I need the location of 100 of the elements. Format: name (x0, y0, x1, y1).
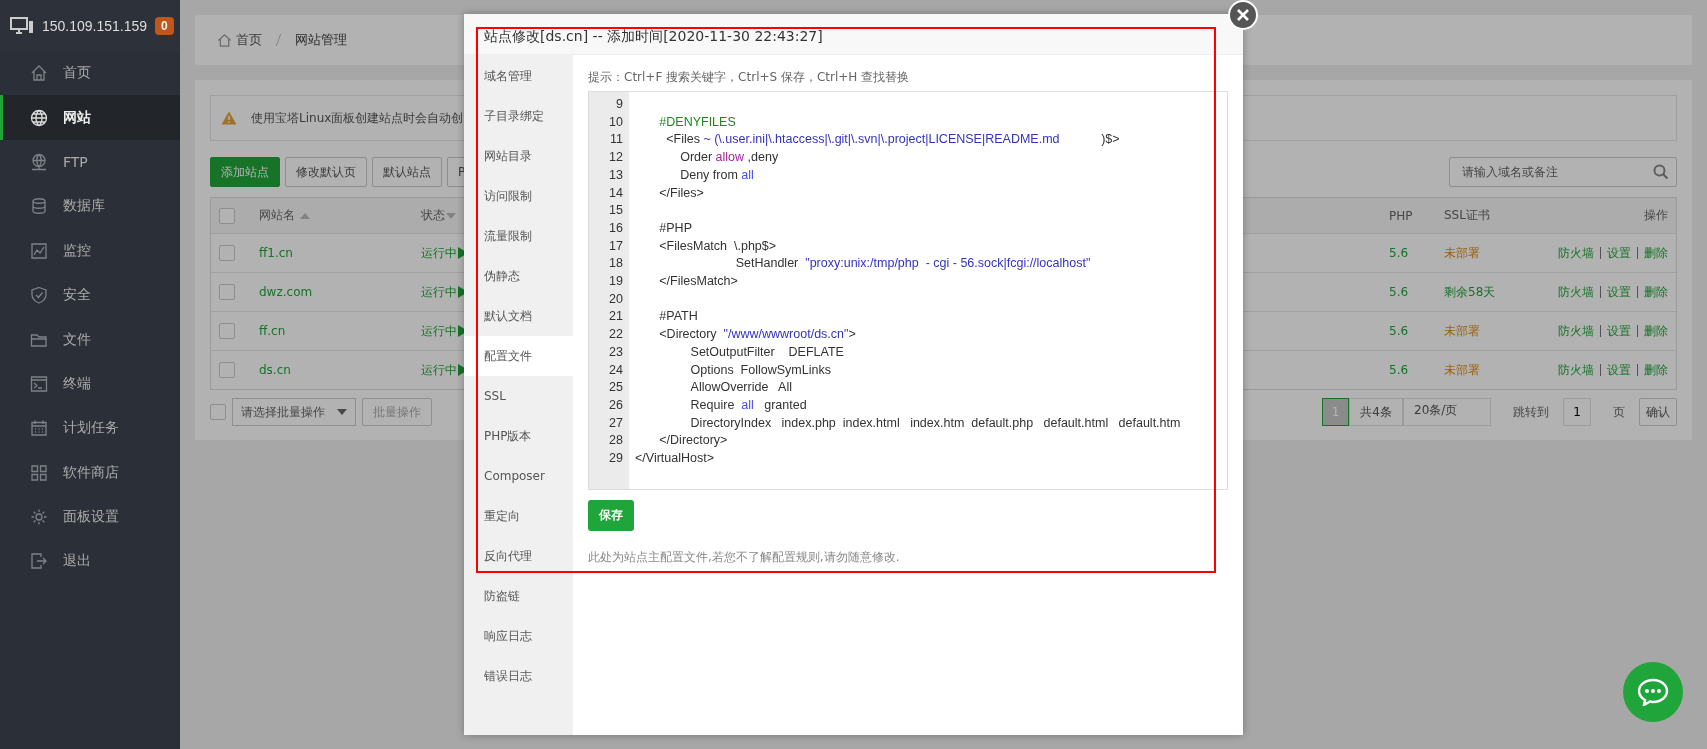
sidebar-item[interactable]: 首页 (0, 51, 180, 96)
tab[interactable]: 子目录绑定 (464, 96, 573, 136)
action-link[interactable]: 删除 (1644, 283, 1668, 301)
save-button[interactable]: 保存 (588, 500, 634, 531)
toolbar-button[interactable]: 修改默认页 (285, 157, 367, 187)
tab[interactable]: 流量限制 (464, 216, 573, 256)
line-number: 14 (608, 184, 624, 202)
server-address: 150.109.151.159 (42, 17, 148, 34)
confirm-button[interactable]: 确认 (1639, 398, 1677, 426)
line-number: 17 (608, 237, 624, 255)
line-number: 15 (608, 202, 624, 220)
ssl-status[interactable]: 剩余58天 (1444, 283, 1496, 301)
code-line: <Directory "/www/wwwroot/ds.cn"> (658, 326, 857, 344)
sidebar-item[interactable]: 计划任务 (0, 406, 180, 451)
code-line: </Files> (658, 184, 705, 202)
code-line: #PHP (658, 219, 693, 237)
sidebar-item[interactable]: 终端 (0, 361, 180, 407)
line-number: 19 (608, 273, 624, 291)
action-link[interactable]: 防火墙 (1558, 361, 1594, 379)
toolbar-button[interactable]: 添加站点 (210, 157, 280, 187)
code-line: SetOutputFilter DEFLATE (689, 343, 845, 361)
code-line: Options FollowSymLinks (689, 361, 832, 379)
code-line: </Directory> (658, 432, 729, 450)
code-line: DirectoryIndex index.php index.html index.htm default.php default.html default.htm (689, 414, 1182, 432)
line-number: 11 (609, 131, 624, 149)
line-number: 10 (608, 113, 624, 131)
sidebar-item[interactable]: 安全 (0, 272, 180, 318)
sidebar-item[interactable]: 网站 (0, 95, 180, 140)
action-link[interactable]: 设置 (1607, 244, 1631, 262)
sidebar-item[interactable]: FTP (0, 139, 180, 185)
code-line: AllowOverride All (689, 379, 793, 397)
code-line: <Files ~ (\.user.ini|\.htaccess|\.git|\.svn|\.project|LICENSE|README.md )$> (665, 131, 1121, 149)
batch-select[interactable]: 请选择批量操作 (232, 398, 356, 426)
line-number: 9 (615, 96, 624, 113)
site-link[interactable]: ds.cn (259, 363, 291, 377)
search-field[interactable]: 请输入域名或备注 (1449, 157, 1677, 187)
tab[interactable]: 默认文档 (464, 296, 573, 336)
code-line: </VirtualHost> (634, 450, 715, 468)
page-input[interactable]: 1 (1563, 398, 1591, 426)
php-version[interactable]: 5.6 (1389, 324, 1409, 338)
status-text[interactable]: 运行中 (421, 283, 457, 301)
line-number: 27 (608, 414, 624, 432)
action-link[interactable]: 设置 (1607, 322, 1631, 340)
toolbar-button[interactable]: 默认站点 (372, 157, 442, 187)
total-count: 共4条 (1349, 398, 1403, 426)
line-number: 20 (608, 290, 624, 308)
tab[interactable]: 重定向 (464, 496, 573, 536)
tab[interactable]: 伪静态 (464, 256, 573, 296)
dialog-title: 站点修改[ds.cn] -- 添加时间[2020-11-30 22:43:27] (484, 28, 823, 46)
site-link[interactable]: ff.cn (259, 324, 286, 338)
tab[interactable]: 配置文件 (464, 336, 573, 376)
code-line: #PATH (658, 308, 699, 326)
code-line: Deny from all (679, 166, 755, 184)
tab[interactable]: PHP版本 (464, 416, 573, 456)
action-link[interactable]: 设置 (1607, 283, 1631, 301)
line-number: 26 (608, 396, 624, 414)
action-link[interactable]: 防火墙 (1558, 244, 1594, 262)
jump-label: 跳转到 (1513, 403, 1549, 421)
sidebar-item[interactable]: 监控 (0, 228, 180, 273)
site-link[interactable]: ff1.cn (259, 246, 293, 260)
sidebar-item[interactable]: 软件商店 (0, 450, 180, 495)
action-link[interactable]: 设置 (1607, 361, 1631, 379)
php-version[interactable]: 5.6 (1389, 363, 1409, 377)
tab[interactable]: 响应日志 (464, 616, 573, 656)
tab[interactable]: 错误日志 (464, 656, 573, 696)
tab[interactable]: SSL (464, 376, 573, 416)
status-text[interactable]: 运行中 (421, 361, 457, 379)
line-number: 23 (608, 343, 624, 361)
page-size-select[interactable]: 20条/页 (1403, 398, 1491, 426)
tab[interactable]: 域名管理 (464, 56, 573, 96)
column-header: 状态 (421, 207, 445, 224)
php-version[interactable]: 5.6 (1389, 285, 1409, 299)
action-link[interactable]: 删除 (1644, 244, 1668, 262)
tab[interactable]: 反向代理 (464, 536, 573, 576)
tab[interactable]: Composer (464, 456, 573, 496)
tab[interactable]: 防盗链 (464, 576, 573, 616)
status-text[interactable]: 运行中 (421, 244, 457, 262)
code-line: Require all granted (689, 396, 808, 414)
code-line: Order allow ,deny (679, 149, 780, 167)
breadcrumb-link[interactable]: 首页 (236, 31, 262, 49)
php-version[interactable]: 5.6 (1389, 246, 1409, 260)
code-line: </FilesMatch> (658, 273, 739, 291)
action-link[interactable]: 删除 (1644, 361, 1668, 379)
sidebar-item[interactable]: 退出 (0, 539, 180, 584)
line-number: 28 (608, 432, 624, 450)
sidebar-item[interactable]: 数据库 (0, 184, 180, 229)
status-text[interactable]: 运行中 (421, 322, 457, 340)
code-line: <FilesMatch \.php$> (658, 237, 778, 255)
line-number: 18 (608, 255, 624, 273)
sidebar-item[interactable]: 文件 (0, 317, 180, 362)
notice-text: 使用宝塔Linux面板创建站点时会自动创 (251, 109, 464, 127)
action-link[interactable]: 删除 (1644, 322, 1668, 340)
notification-badge: 0 (155, 16, 174, 35)
column-header: PHP (1389, 208, 1413, 223)
action-link[interactable]: 防火墙 (1558, 283, 1594, 301)
line-number: 12 (608, 149, 624, 167)
sidebar-item[interactable]: 面板设置 (0, 494, 180, 540)
column-header: 操作 (1644, 207, 1668, 224)
action-link[interactable]: 防火墙 (1558, 322, 1594, 340)
site-link[interactable]: dwz.com (259, 285, 313, 299)
